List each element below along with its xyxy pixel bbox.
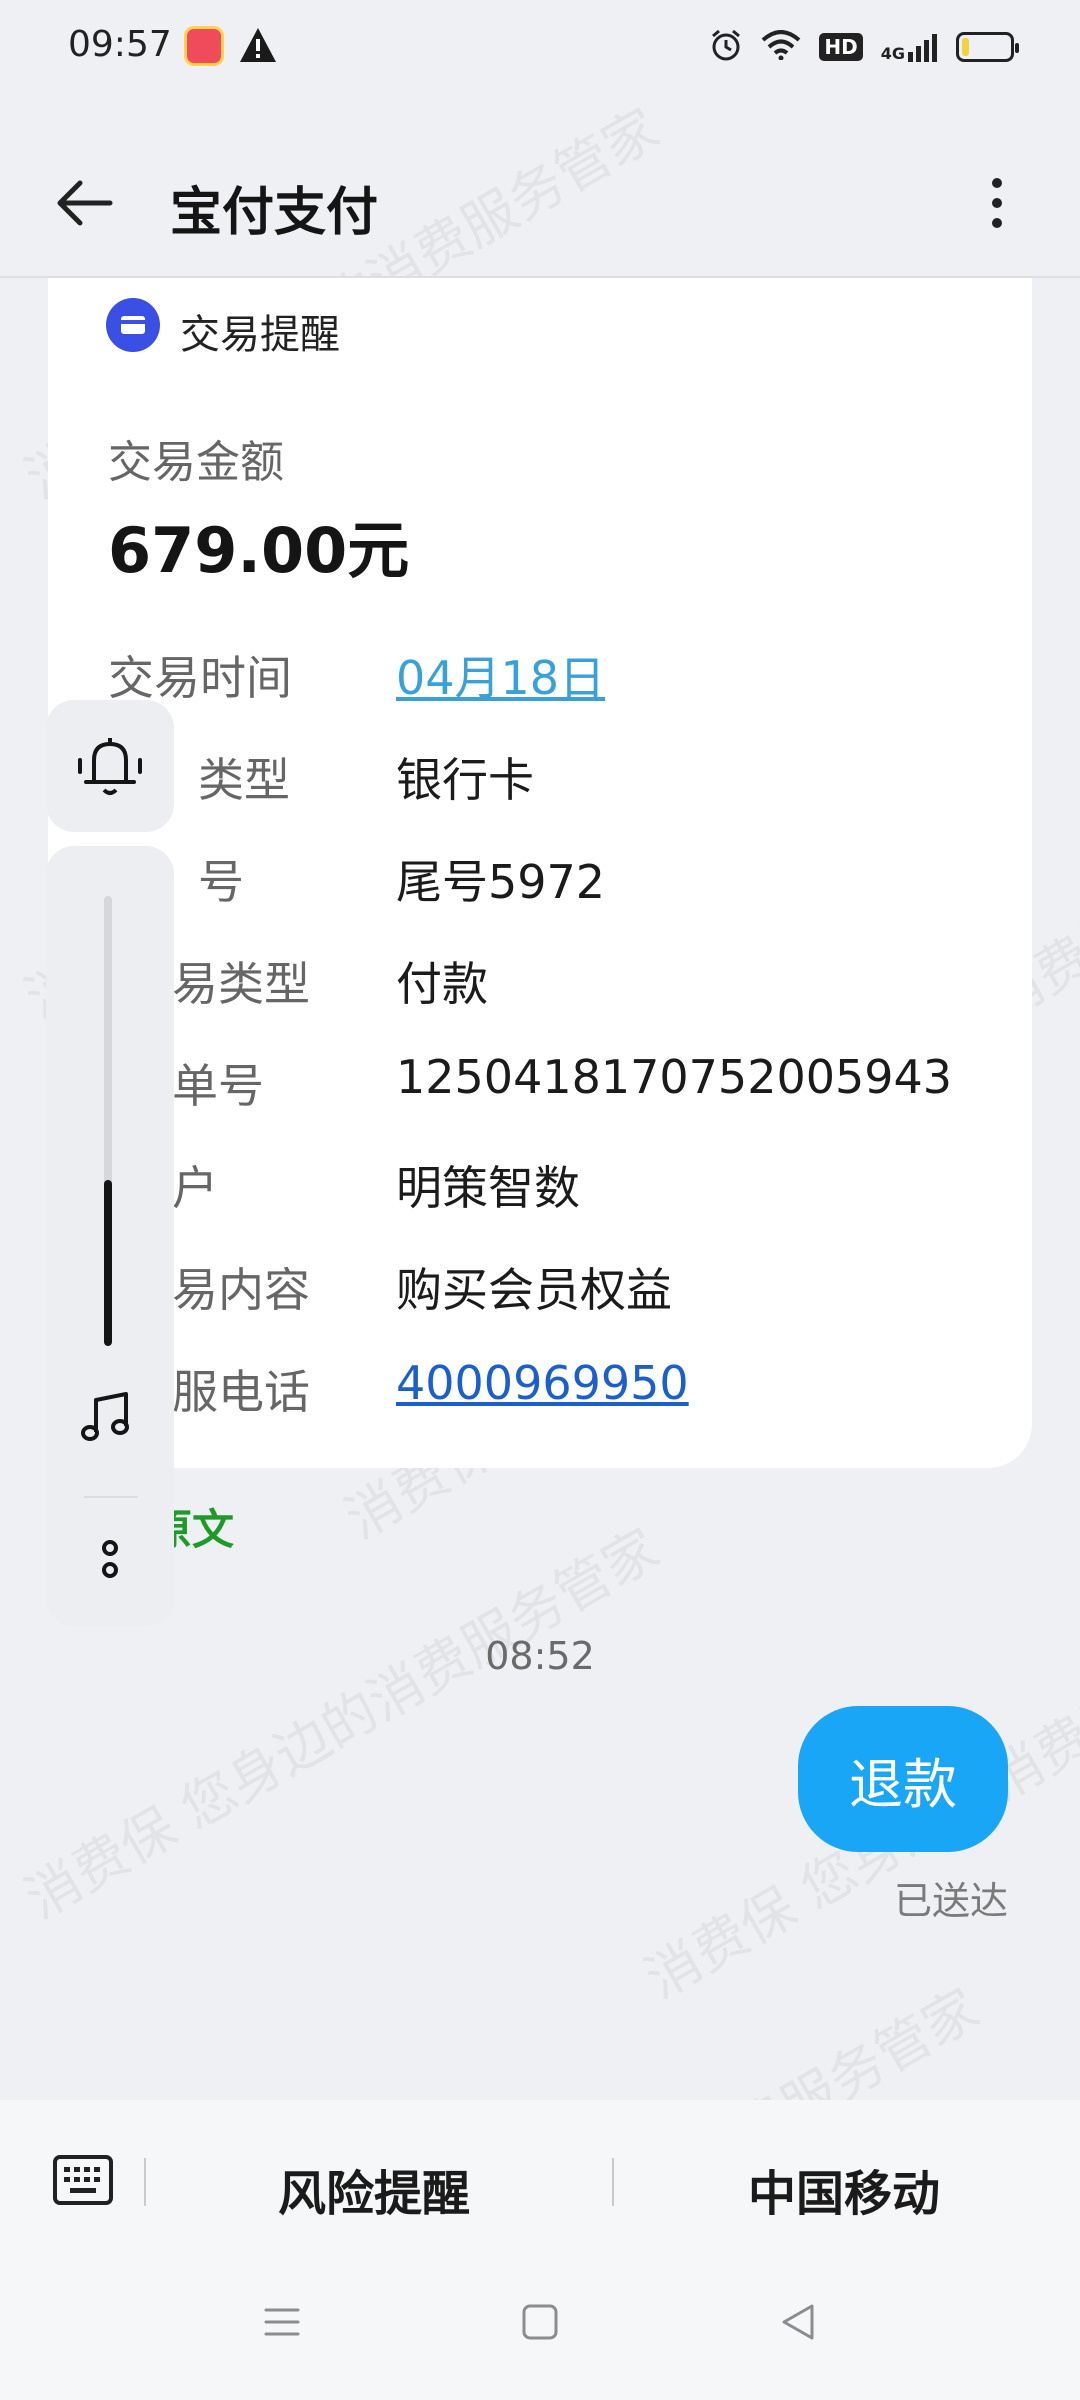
music-note-icon[interactable]	[76, 1386, 140, 1454]
warning-icon	[238, 26, 278, 68]
signal-icon: 4G	[881, 32, 938, 62]
panel-divider	[84, 1496, 138, 1498]
nav-menu-button[interactable]	[260, 2300, 304, 2348]
bell-icon	[78, 738, 142, 795]
signal-label: 4G	[880, 44, 905, 63]
menu-china-mobile[interactable]: 中国移动	[748, 2154, 940, 2224]
amount-label: 交易金额	[108, 437, 284, 488]
card-title: 交易提醒	[180, 312, 340, 358]
row-label: 服电话	[172, 1365, 310, 1419]
row-label: 号	[198, 855, 244, 909]
page-title: 宝付支付	[170, 183, 379, 243]
hd-icon: HD	[819, 33, 863, 61]
battery-icon	[956, 32, 1019, 62]
row-value: 付款	[396, 957, 488, 1011]
phone-link[interactable]: 4000969950	[396, 1356, 689, 1410]
row-value: 购买会员权益	[396, 1263, 672, 1317]
back-button[interactable]	[50, 168, 120, 238]
wifi-icon	[761, 30, 801, 64]
row-value: 尾号5972	[396, 855, 606, 909]
battery-fill	[962, 38, 969, 56]
transaction-date-link[interactable]: 04月18日	[396, 642, 605, 708]
bar-separator	[144, 2158, 146, 2206]
menu-icon	[264, 2308, 300, 2336]
row-label: 易类型	[172, 957, 310, 1011]
ring-mode-button[interactable]	[46, 700, 174, 832]
back-triangle-icon	[782, 2304, 814, 2340]
nav-home-button[interactable]	[518, 2300, 562, 2348]
more-settings-icon[interactable]	[90, 1534, 130, 1588]
keyboard-icon	[53, 2155, 113, 2205]
bottom-bar: 风险提醒 中国移动	[0, 2100, 1080, 2400]
volume-slider[interactable]	[104, 896, 112, 1346]
row-value: 明策智数	[396, 1161, 580, 1215]
more-vert-icon	[992, 178, 1002, 228]
card-icon	[106, 298, 160, 352]
status-time: 09:57	[68, 24, 172, 65]
row-label: 户	[172, 1161, 218, 1215]
row-label: 易内容	[172, 1263, 310, 1317]
menu-risk-alert[interactable]: 风险提醒	[278, 2154, 470, 2224]
more-options-button[interactable]	[972, 168, 1022, 238]
home-square-icon	[522, 2304, 558, 2340]
nav-back-button[interactable]	[776, 2300, 820, 2348]
volume-panel	[46, 846, 174, 1626]
app-notification-icon	[184, 26, 224, 66]
row-label: 单号	[172, 1059, 264, 1113]
row-value: 1250418170752005943	[396, 1050, 953, 1104]
sent-message-bubble[interactable]: 退款	[798, 1706, 1008, 1852]
amount-value: 679.00元	[108, 514, 410, 587]
keyboard-button[interactable]	[52, 2154, 114, 2208]
transaction-card: 交易提醒 交易金额 679.00元 交易时间 04月18日 类型 银行卡 号 尾…	[48, 278, 1032, 1468]
back-arrow-icon	[57, 180, 113, 226]
message-timestamp: 08:52	[485, 1634, 595, 1678]
row-label: 类型	[198, 753, 290, 807]
row-value: 银行卡	[396, 753, 534, 807]
status-icons: HD 4G	[709, 28, 1019, 66]
row-label: 交易时间	[108, 651, 292, 705]
message-text: 退款	[849, 1752, 957, 1816]
volume-fill	[104, 1179, 112, 1346]
delivery-status: 已送达	[893, 1879, 1008, 1923]
alarm-icon	[709, 28, 743, 66]
bar-separator	[612, 2158, 614, 2206]
